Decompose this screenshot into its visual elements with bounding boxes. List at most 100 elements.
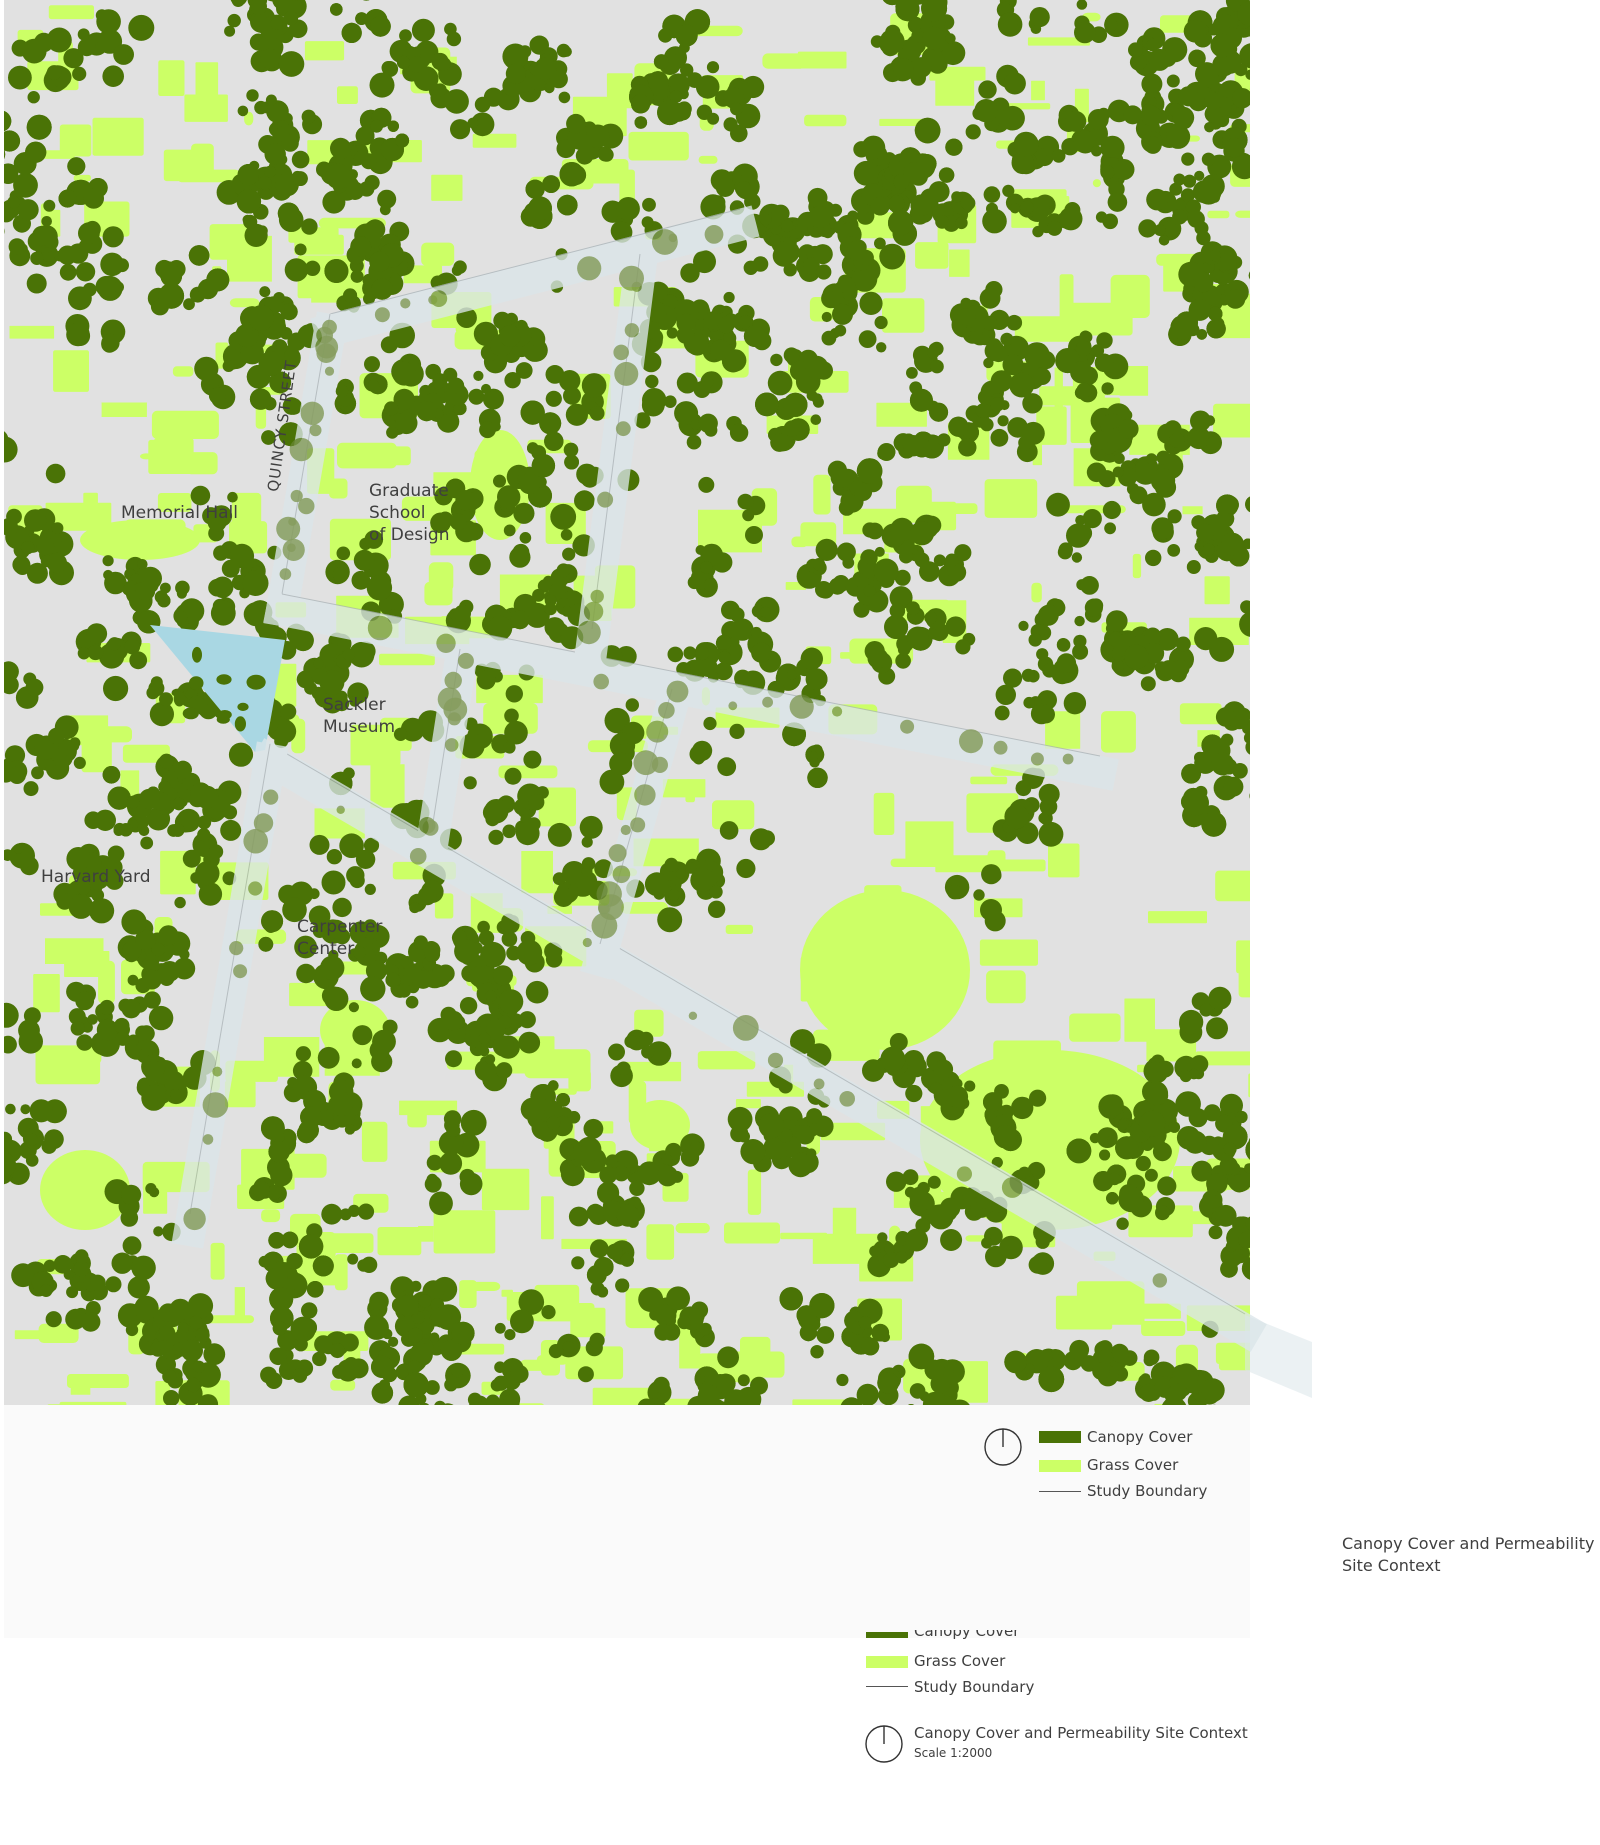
canopy-blob <box>148 1005 174 1031</box>
canopy-blob <box>27 91 40 104</box>
canopy-blob <box>343 767 355 780</box>
canopy-blob <box>332 897 352 918</box>
canopy-blob <box>295 1046 311 1062</box>
canopy-blob <box>405 995 419 1009</box>
canopy-blob <box>174 896 186 909</box>
street-tree <box>832 706 843 717</box>
canopy-blob <box>210 600 236 626</box>
canopy-blob <box>429 1332 440 1343</box>
canopy-blob <box>832 303 853 325</box>
water-tree <box>216 674 232 685</box>
canopy-blob <box>296 963 316 984</box>
canopy-blob <box>395 133 410 148</box>
canopy-blob <box>979 287 1001 309</box>
canopy-blob <box>348 1002 359 1013</box>
canopy-blob <box>589 406 605 421</box>
canopy-blob <box>403 963 423 983</box>
legend2-label-canopy: Canopy Cover <box>914 1630 1020 1640</box>
canopy-blob <box>135 581 156 601</box>
canopy-blob <box>332 567 348 582</box>
street-tree <box>688 1011 698 1020</box>
canopy-blob <box>523 750 542 769</box>
canopy-blob <box>1102 500 1121 520</box>
canopy-blob <box>990 397 1005 412</box>
canopy-blob <box>30 251 44 265</box>
canopy-blob <box>531 454 556 478</box>
canopy-blob <box>863 584 876 597</box>
canopy-blob <box>1018 1166 1031 1180</box>
canopy-blob <box>493 474 506 488</box>
canopy-blob <box>119 823 133 837</box>
canopy-blob <box>783 392 808 417</box>
grass-patch <box>1059 274 1074 319</box>
canopy-blob <box>816 264 832 280</box>
canopy-blob <box>453 604 471 623</box>
canopy-blob <box>951 191 963 203</box>
canopy-blob <box>312 1255 334 1277</box>
street-tree <box>400 298 411 309</box>
canopy-blob <box>1190 410 1211 432</box>
canopy-blob <box>1256 1264 1271 1279</box>
canopy-blob <box>102 555 114 567</box>
canopy-blob <box>1104 18 1118 32</box>
street-tree <box>336 805 345 814</box>
canopy-blob <box>788 1152 813 1178</box>
canopy-blob <box>1139 1110 1166 1137</box>
grass-patch <box>464 1281 501 1291</box>
canopy-blob <box>1091 145 1102 157</box>
canopy-blob <box>608 1043 625 1061</box>
canopy-blob <box>332 1364 347 1379</box>
canopy-blob <box>615 1278 630 1293</box>
canopy-blob <box>258 936 274 952</box>
street-tree <box>409 848 427 865</box>
canopy-blob <box>806 1108 823 1124</box>
legend-swatch-grass <box>1039 1460 1081 1472</box>
canopy-blob <box>973 889 985 901</box>
grass-patch <box>762 53 806 69</box>
canopy-blob <box>812 558 826 571</box>
canopy-blob <box>546 1115 561 1130</box>
street-tree <box>646 720 669 743</box>
canopy-blob <box>189 1315 203 1330</box>
canopy-blob <box>298 1120 319 1141</box>
canopy-blob <box>978 80 997 99</box>
street-tree <box>813 1078 825 1090</box>
canopy-blob <box>409 902 421 914</box>
street-tree <box>767 1052 784 1068</box>
canopy-blob <box>1238 1231 1250 1249</box>
canopy-blob <box>947 884 962 900</box>
canopy-blob <box>451 265 463 276</box>
canopy-blob <box>890 517 914 542</box>
canopy-blob <box>547 822 572 847</box>
canopy-blob <box>1156 450 1171 465</box>
canopy-blob <box>138 1025 155 1042</box>
canopy-blob <box>1046 220 1063 236</box>
canopy-blob <box>111 1252 133 1274</box>
canopy-blob <box>125 1323 139 1337</box>
street-tree <box>430 290 448 307</box>
canopy-blob <box>729 423 749 442</box>
canopy-blob <box>345 181 365 200</box>
canopy-blob <box>197 828 211 842</box>
canopy-blob <box>1170 315 1195 340</box>
canopy-blob <box>26 114 52 140</box>
canopy-blob <box>433 379 444 390</box>
canopy-blob <box>311 668 328 685</box>
canopy-blob <box>73 756 86 770</box>
canopy-blob <box>1206 1017 1228 1040</box>
canopy-blob <box>243 214 258 229</box>
canopy-blob <box>76 1034 93 1051</box>
grass-patch <box>1124 998 1155 1042</box>
canopy-blob <box>36 537 55 556</box>
canopy-blob <box>1175 636 1191 652</box>
canopy-blob <box>249 388 272 410</box>
water-tree <box>192 646 202 663</box>
canopy-blob <box>488 829 504 845</box>
canopy-blob <box>957 308 976 326</box>
canopy-blob <box>1245 496 1250 513</box>
grass-patch <box>1244 66 1250 99</box>
canopy-blob <box>25 678 44 697</box>
canopy-blob <box>341 22 362 43</box>
canopy-blob <box>1158 235 1170 246</box>
canopy-blob <box>1080 576 1099 595</box>
